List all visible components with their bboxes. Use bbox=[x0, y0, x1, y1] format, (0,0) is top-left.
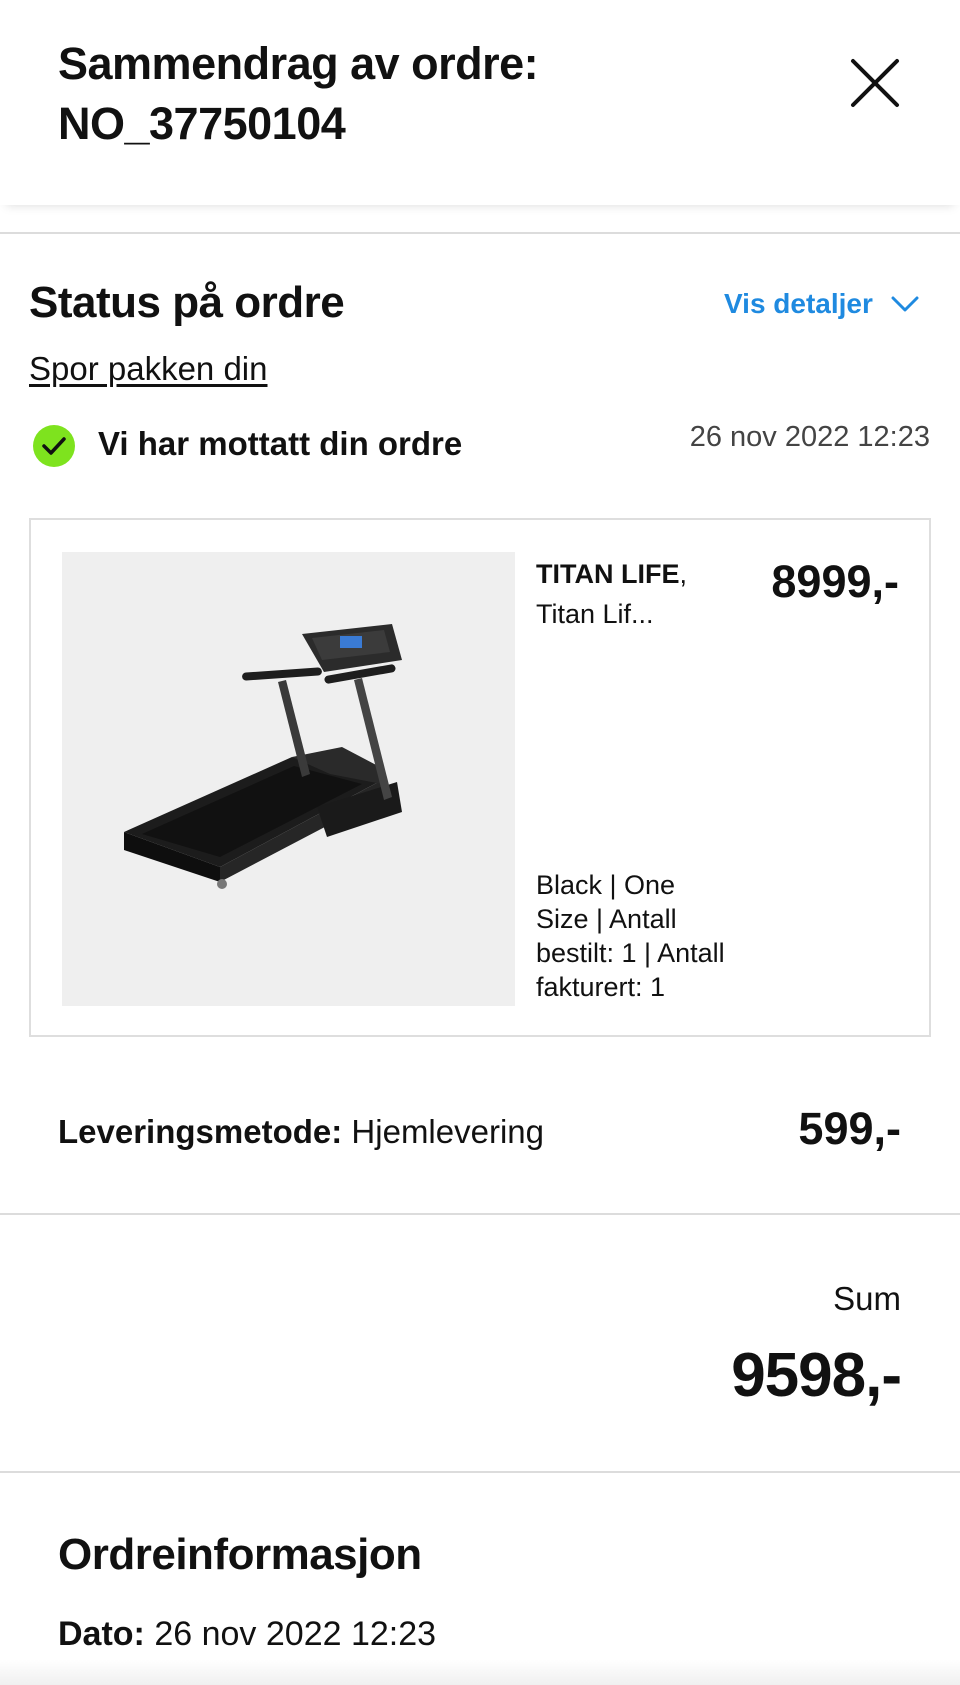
delivery-price: 599,- bbox=[798, 1103, 901, 1154]
order-info-title: Ordreinformasjon bbox=[58, 1530, 422, 1579]
sum-value: 9598,- bbox=[731, 1341, 902, 1410]
product-price: 8999,- bbox=[771, 556, 899, 607]
product-image[interactable] bbox=[62, 552, 515, 1006]
variant-line: bestilt: 1 | Antall bbox=[536, 938, 725, 968]
variant-line: Size | Antall bbox=[536, 904, 677, 934]
treadmill-image bbox=[124, 624, 402, 889]
status-step-time: 26 nov 2022 12:23 bbox=[689, 421, 930, 453]
order-number: NO_37750104 bbox=[58, 98, 346, 149]
status-step-text: Vi har mottatt din ordre bbox=[98, 425, 463, 462]
track-package-link[interactable]: Spor pakken din bbox=[29, 350, 268, 388]
delivery-method: Leveringsmetode: Hjemlevering bbox=[58, 1113, 544, 1151]
show-details-button[interactable]: Vis detaljer bbox=[724, 288, 919, 320]
sum-label: Sum bbox=[833, 1280, 901, 1317]
divider bbox=[0, 1471, 960, 1473]
divider bbox=[0, 1213, 960, 1215]
variant-line: fakturert: 1 bbox=[536, 972, 666, 1002]
bottom-fade bbox=[0, 1660, 960, 1685]
chevron-down-icon bbox=[891, 296, 919, 312]
product-card[interactable]: TITAN LIFE, Titan Lif... 8999,- Black | … bbox=[29, 518, 931, 1037]
delivery-label: Leveringsmetode: bbox=[58, 1113, 343, 1150]
product-title[interactable]: TITAN LIFE, Titan Lif... bbox=[536, 554, 736, 634]
variant-line: Black | One bbox=[536, 870, 676, 900]
product-brand: TITAN LIFE bbox=[536, 559, 680, 589]
header: Sammendrag av ordre: NO_37750104 bbox=[0, 0, 960, 205]
show-details-label: Vis detaljer bbox=[724, 288, 873, 319]
order-date-label: Dato: bbox=[58, 1615, 145, 1653]
check-circle-icon bbox=[33, 425, 75, 467]
order-date-value: 26 nov 2022 12:23 bbox=[154, 1615, 437, 1653]
divider bbox=[0, 232, 960, 234]
close-button[interactable] bbox=[848, 56, 902, 110]
product-variant: Black | One Size | Antall bestilt: 1 | A… bbox=[536, 868, 746, 1004]
product-name: Titan Lif... bbox=[536, 599, 654, 629]
product-separator: , bbox=[679, 559, 687, 589]
page-title: Sammendrag av ordre: NO_37750104 bbox=[58, 34, 758, 154]
delivery-value: Hjemlevering bbox=[351, 1113, 544, 1150]
close-icon bbox=[851, 59, 899, 107]
order-date: Dato: 26 nov 2022 12:23 bbox=[58, 1615, 436, 1654]
order-summary-page: Sammendrag av ordre: NO_37750104 Status … bbox=[0, 0, 960, 1685]
title-line-1: Sammendrag av ordre: bbox=[58, 38, 539, 89]
status-title: Status på ordre bbox=[29, 278, 345, 327]
